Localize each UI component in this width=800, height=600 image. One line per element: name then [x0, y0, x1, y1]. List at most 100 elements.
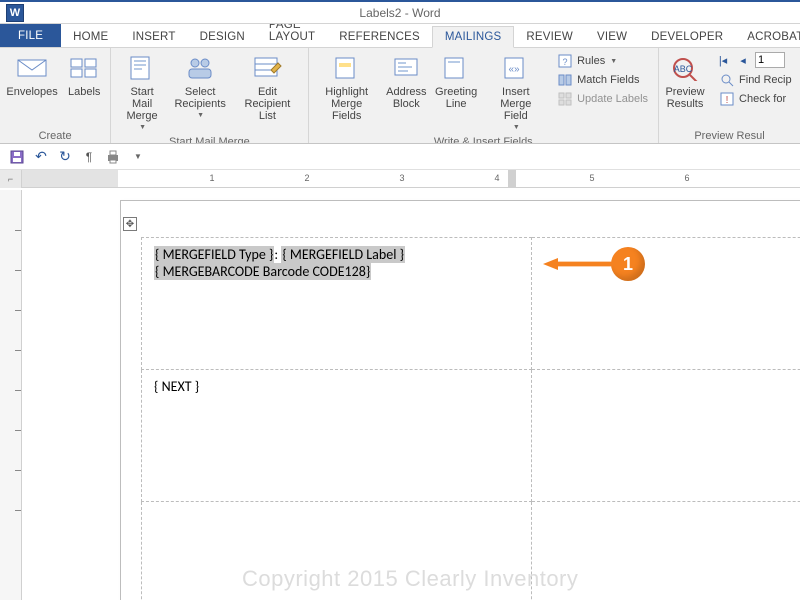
save-button[interactable]	[8, 148, 26, 166]
tab-view[interactable]: VIEW	[585, 26, 639, 47]
quick-print-button[interactable]	[104, 148, 122, 166]
group-write-insert-fields: Highlight Merge Fields Address Block Gre…	[309, 48, 660, 143]
record-number-input[interactable]	[755, 52, 785, 68]
callout-number: 1	[611, 247, 645, 281]
insert-merge-field-label: Insert Merge Field	[487, 86, 544, 122]
vertical-ruler[interactable]	[0, 190, 22, 600]
preview-results-button[interactable]: ABC Preview Results	[663, 50, 707, 112]
update-labels-label: Update Labels	[577, 93, 648, 105]
tab-mailings[interactable]: MAILINGS	[432, 26, 515, 48]
table-row: { NEXT }	[142, 370, 800, 502]
chevron-down-icon: ▼	[513, 124, 520, 132]
page-viewport[interactable]: ✥ { MERGEFIELD Type }: { MERGEFIELD Labe…	[22, 190, 800, 600]
title-bar: W Labels2 - Word	[0, 2, 800, 24]
rules-button[interactable]: ? Rules ▼	[553, 52, 652, 70]
page-content[interactable]: ✥ { MERGEFIELD Type }: { MERGEFIELD Labe…	[121, 201, 800, 600]
group-start-mail-merge-label: Start Mail Merge	[115, 134, 303, 144]
ribbon: Envelopes Labels Create Start Mail Merge…	[0, 48, 800, 144]
check-errors-label: Check for	[739, 93, 786, 105]
find-recipient-button[interactable]: Find Recip	[715, 71, 796, 89]
select-recipients-icon	[184, 52, 216, 84]
tab-file[interactable]: FILE	[0, 24, 61, 47]
envelopes-label: Envelopes	[6, 86, 57, 98]
label-cell[interactable]: { MERGEFIELD Type }: { MERGEFIELD Label …	[142, 238, 532, 370]
qat-customize-button[interactable]: ▼	[129, 148, 147, 166]
rules-icon: ?	[557, 53, 573, 69]
group-start-mail-merge: Start Mail Merge ▼ Select Recipients ▼ E…	[111, 48, 308, 143]
ruler-number: 4	[494, 173, 499, 183]
address-block-button[interactable]: Address Block	[383, 50, 430, 112]
highlight-icon	[331, 52, 363, 84]
table-row: { MERGEFIELD Type }: { MERGEFIELD Label …	[142, 238, 800, 370]
preview-results-label: Preview Results	[665, 86, 704, 110]
label-cell[interactable]: { NEXT }	[142, 370, 532, 502]
labels-table: { MERGEFIELD Type }: { MERGEFIELD Label …	[141, 237, 800, 600]
preview-results-icon: ABC	[669, 52, 701, 84]
check-errors-icon: !	[719, 91, 735, 107]
highlight-merge-fields-label: Highlight Merge Fields	[318, 86, 376, 122]
match-fields-icon	[557, 72, 573, 88]
svg-text:ABC: ABC	[674, 64, 693, 74]
envelopes-button[interactable]: Envelopes	[4, 50, 60, 100]
tab-design[interactable]: DESIGN	[188, 26, 257, 47]
greeting-line-label: Greeting Line	[435, 86, 477, 110]
label-cell[interactable]	[531, 370, 800, 502]
highlight-merge-fields-button[interactable]: Highlight Merge Fields	[313, 50, 381, 124]
group-preview-results: ABC Preview Results |◂ ◂ Find Recip ! Ch…	[659, 48, 800, 143]
ribbon-tabs: FILE HOME INSERT DESIGN PAGE LAYOUT REFE…	[0, 24, 800, 48]
quick-access-toolbar: ↶ ↻ ¶ ▼	[0, 144, 800, 170]
tab-developer[interactable]: DEVELOPER	[639, 26, 735, 47]
page: ✥ { MERGEFIELD Type }: { MERGEFIELD Labe…	[120, 200, 800, 600]
labels-button[interactable]: Labels	[62, 50, 106, 100]
insert-merge-field-icon: «»	[500, 52, 532, 84]
update-labels-icon	[557, 91, 573, 107]
tab-home[interactable]: HOME	[61, 26, 120, 47]
group-create: Envelopes Labels Create	[0, 48, 111, 143]
tab-acrobat[interactable]: ACROBAT	[735, 26, 800, 47]
start-mail-merge-icon	[126, 52, 158, 84]
group-preview-results-label: Preview Resul	[663, 128, 796, 143]
tab-review[interactable]: REVIEW	[514, 26, 585, 47]
edit-recipient-list-icon	[251, 52, 283, 84]
greeting-line-button[interactable]: Greeting Line	[432, 50, 481, 112]
redo-button[interactable]: ↻	[56, 148, 74, 166]
rules-label: Rules	[577, 55, 605, 67]
address-block-icon	[390, 52, 422, 84]
annotation-callout: 1	[543, 247, 645, 281]
match-fields-button[interactable]: Match Fields	[553, 71, 652, 89]
find-recipient-icon	[719, 72, 735, 88]
ruler-number: 5	[589, 173, 594, 183]
tab-insert[interactable]: INSERT	[120, 26, 187, 47]
edit-recipient-list-label: Edit Recipient List	[236, 86, 298, 122]
ruler-number: 6	[684, 173, 689, 183]
show-codes-button[interactable]: ¶	[80, 148, 98, 166]
check-errors-button[interactable]: ! Check for	[715, 90, 796, 108]
merge-field-label: { MERGEFIELD Label }	[281, 246, 405, 263]
record-navigator: |◂ ◂	[715, 52, 796, 68]
tab-references[interactable]: REFERENCES	[327, 26, 432, 47]
horizontal-ruler[interactable]: ⌐ 1 2 3 4 5 6	[0, 170, 800, 188]
insert-merge-field-button[interactable]: «» Insert Merge Field ▼	[482, 50, 549, 134]
svg-text:!: !	[726, 95, 729, 106]
first-record-button[interactable]: |◂	[715, 53, 731, 67]
start-mail-merge-button[interactable]: Start Mail Merge ▼	[115, 50, 169, 134]
address-block-label: Address Block	[386, 86, 426, 110]
edit-recipient-list-button[interactable]: Edit Recipient List	[231, 50, 303, 124]
prev-record-button[interactable]: ◂	[735, 53, 751, 67]
greeting-line-icon	[440, 52, 472, 84]
undo-button[interactable]: ↶	[32, 148, 50, 166]
ruler-number: 1	[209, 173, 214, 183]
arrow-icon	[543, 258, 613, 270]
select-recipients-button[interactable]: Select Recipients ▼	[171, 50, 229, 122]
labels-label: Labels	[68, 86, 100, 98]
ruler-scale: 1 2 3 4 5 6	[22, 170, 800, 187]
group-write-insert-fields-label: Write & Insert Fields	[313, 134, 655, 144]
word-app-icon: W	[6, 4, 24, 22]
ruler-number: 2	[304, 173, 309, 183]
table-move-handle[interactable]: ✥	[123, 217, 137, 231]
svg-text:«»: «»	[508, 64, 520, 75]
update-labels-button[interactable]: Update Labels	[553, 90, 652, 108]
merge-barcode-field: { MERGEBARCODE Barcode CODE128}	[154, 263, 371, 280]
start-mail-merge-label: Start Mail Merge	[120, 86, 164, 122]
match-fields-label: Match Fields	[577, 74, 639, 86]
